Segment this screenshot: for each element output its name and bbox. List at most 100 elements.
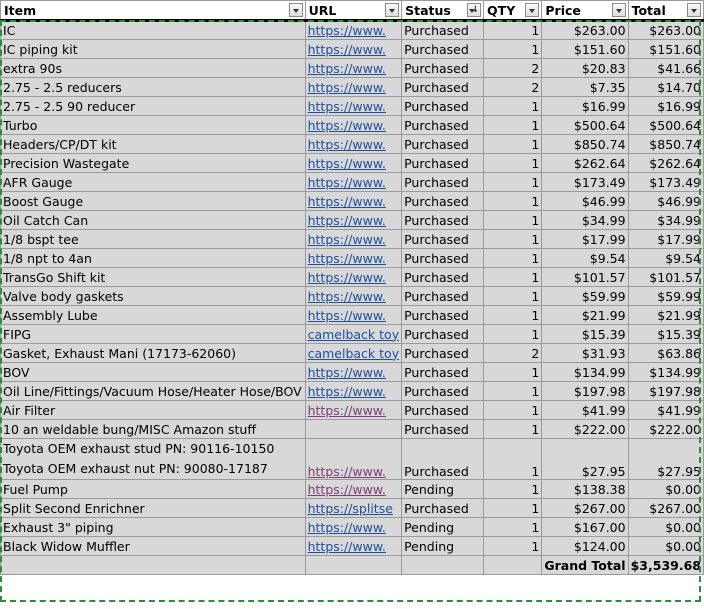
total-cell[interactable]: $262.64 (627, 153, 704, 173)
status-cell[interactable]: Purchased (401, 210, 485, 230)
qty-cell[interactable]: 1 (483, 419, 543, 439)
price-cell[interactable]: $9.54 (541, 248, 629, 268)
item-cell[interactable]: Toyota OEM exhaust stud PN: 90116-10150 T… (0, 438, 306, 480)
total-cell[interactable]: $14.70 (627, 77, 704, 97)
grand-total-label[interactable]: Grand Total (541, 555, 629, 575)
sort-filter-icon[interactable]: ↓ (467, 3, 482, 17)
url-cell[interactable]: https://www. (304, 39, 403, 59)
qty-cell[interactable]: 1 (483, 517, 543, 537)
item-cell[interactable]: Headers/CP/DT kit (0, 134, 306, 154)
grand-total-value[interactable]: $3,539.68 (627, 555, 704, 575)
item-cell[interactable]: TransGo Shift kit (0, 267, 306, 287)
item-cell[interactable]: Precision Wastegate (0, 153, 306, 173)
price-cell[interactable]: $167.00 (541, 517, 629, 537)
url-cell[interactable]: https://www. (304, 191, 403, 211)
url-cell[interactable]: https://www. (304, 77, 403, 97)
url-cell[interactable]: https://www. (304, 248, 403, 268)
qty-cell[interactable]: 1 (483, 400, 543, 420)
total-cell[interactable]: $17.99 (627, 229, 704, 249)
total-cell[interactable]: $59.99 (627, 286, 704, 306)
status-cell[interactable]: Purchased (401, 267, 485, 287)
item-cell[interactable]: FIPG (0, 324, 306, 344)
total-cell[interactable]: $46.99 (627, 191, 704, 211)
qty-cell[interactable]: 2 (483, 343, 543, 363)
price-cell[interactable]: $222.00 (541, 419, 629, 439)
url-cell[interactable]: https://www. (304, 134, 403, 154)
item-cell[interactable]: Gasket, Exhaust Mani (17173-62060) (0, 343, 306, 363)
item-cell[interactable]: Oil Catch Can (0, 210, 306, 230)
qty-cell[interactable]: 1 (483, 362, 543, 382)
header-price[interactable]: Price (541, 0, 629, 22)
qty-cell[interactable]: 1 (483, 438, 543, 480)
item-cell[interactable]: Valve body gaskets (0, 286, 306, 306)
url-cell[interactable]: https://www. (304, 286, 403, 306)
qty-cell[interactable]: 1 (483, 536, 543, 556)
qty-cell[interactable]: 1 (483, 286, 543, 306)
item-cell[interactable]: 1/8 npt to 4an (0, 248, 306, 268)
total-cell[interactable]: $0.00 (627, 479, 704, 499)
status-cell[interactable]: Purchased (401, 305, 485, 325)
total-cell[interactable]: $27.95 (627, 438, 704, 480)
url-cell[interactable]: https://www. (304, 229, 403, 249)
item-cell[interactable]: Assembly Lube (0, 305, 306, 325)
filter-dropdown-icon[interactable] (611, 3, 626, 17)
url-cell[interactable]: https://www. (304, 362, 403, 382)
item-cell[interactable]: Oil Line/Fittings/Vacuum Hose/Heater Hos… (0, 381, 306, 401)
status-cell[interactable]: Purchased (401, 381, 485, 401)
url-cell[interactable]: https://www. (304, 381, 403, 401)
qty-cell[interactable]: 1 (483, 134, 543, 154)
url-cell[interactable]: https://www. (304, 536, 403, 556)
price-cell[interactable]: $17.99 (541, 229, 629, 249)
status-cell[interactable]: Purchased (401, 400, 485, 420)
status-cell[interactable]: Pending (401, 479, 485, 499)
url-cell[interactable]: https://www. (304, 210, 403, 230)
price-cell[interactable]: $262.64 (541, 153, 629, 173)
url-cell[interactable]: https://www. (304, 58, 403, 78)
url-cell[interactable]: https://www. (304, 172, 403, 192)
qty-cell[interactable]: 2 (483, 58, 543, 78)
status-cell[interactable]: Purchased (401, 498, 485, 518)
price-cell[interactable]: $7.35 (541, 77, 629, 97)
item-cell[interactable]: Turbo (0, 115, 306, 135)
total-cell[interactable]: $16.99 (627, 96, 704, 116)
status-cell[interactable]: Purchased (401, 286, 485, 306)
url-cell[interactable]: https://www. (304, 438, 403, 480)
url-cell[interactable]: https://www. (304, 115, 403, 135)
status-cell[interactable]: Purchased (401, 134, 485, 154)
price-cell[interactable]: $46.99 (541, 191, 629, 211)
total-cell[interactable]: $15.39 (627, 324, 704, 344)
total-cell[interactable]: $173.49 (627, 172, 704, 192)
total-cell[interactable]: $0.00 (627, 517, 704, 537)
qty-cell[interactable]: 1 (483, 248, 543, 268)
status-cell[interactable]: Purchased (401, 77, 485, 97)
url-cell[interactable]: https://www. (304, 400, 403, 420)
price-cell[interactable]: $124.00 (541, 536, 629, 556)
qty-cell[interactable]: 1 (483, 498, 543, 518)
qty-cell[interactable]: 1 (483, 267, 543, 287)
total-cell[interactable]: $41.66 (627, 58, 704, 78)
qty-cell[interactable]: 1 (483, 479, 543, 499)
url-cell[interactable]: https://www. (304, 305, 403, 325)
url-cell[interactable]: https://splitse (304, 498, 403, 518)
price-cell[interactable]: $850.74 (541, 134, 629, 154)
price-cell[interactable]: $16.99 (541, 96, 629, 116)
status-cell[interactable]: Purchased (401, 191, 485, 211)
price-cell[interactable]: $21.99 (541, 305, 629, 325)
price-cell[interactable]: $267.00 (541, 498, 629, 518)
empty-cell[interactable] (483, 555, 543, 575)
status-cell[interactable]: Purchased (401, 172, 485, 192)
status-cell[interactable]: Purchased (401, 343, 485, 363)
qty-cell[interactable]: 2 (483, 77, 543, 97)
url-cell[interactable]: https://www. (304, 153, 403, 173)
total-cell[interactable]: $267.00 (627, 498, 704, 518)
price-cell[interactable]: $263.00 (541, 20, 629, 40)
price-cell[interactable]: $134.99 (541, 362, 629, 382)
price-cell[interactable]: $15.39 (541, 324, 629, 344)
item-cell[interactable]: 10 an weldable bung/MISC Amazon stuff (0, 419, 306, 439)
item-cell[interactable]: IC (0, 20, 306, 40)
status-cell[interactable]: Purchased (401, 438, 485, 480)
url-cell[interactable]: https://www. (304, 267, 403, 287)
empty-cell[interactable] (0, 555, 306, 575)
url-cell[interactable]: https://www. (304, 96, 403, 116)
status-cell[interactable]: Purchased (401, 248, 485, 268)
